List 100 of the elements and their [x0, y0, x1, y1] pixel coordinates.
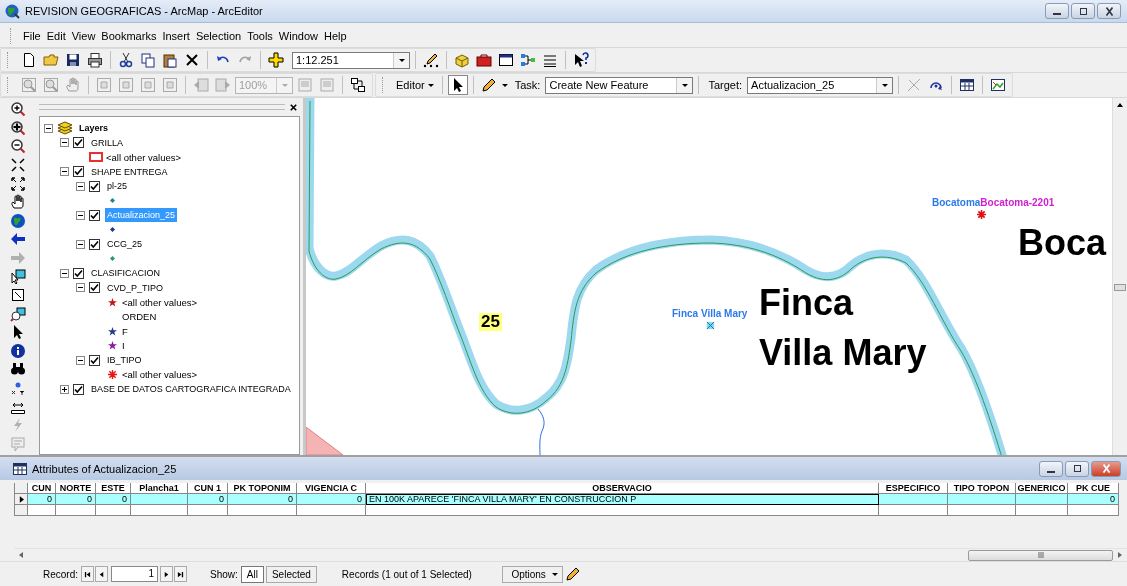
expand-toggle[interactable] — [76, 210, 85, 220]
sketch-properties-icon[interactable] — [990, 77, 1007, 93]
save-icon[interactable] — [65, 52, 81, 68]
arrows-outward-icon[interactable] — [9, 175, 26, 192]
clipboard-icon[interactable] — [162, 52, 178, 68]
expand-toggle[interactable] — [44, 123, 53, 133]
caret-icon[interactable] — [500, 81, 509, 89]
table-cell[interactable] — [297, 505, 366, 516]
lined-text-icon[interactable] — [542, 52, 558, 68]
layer-name[interactable]: pl-25 — [105, 179, 129, 194]
table-icon[interactable] — [959, 77, 976, 93]
layer-name[interactable]: CVD_P_TIPO — [105, 280, 166, 295]
table-cell[interactable] — [1016, 505, 1068, 516]
scissors-icon[interactable] — [118, 52, 134, 68]
table-cell[interactable] — [879, 505, 948, 516]
frames-icon[interactable] — [350, 77, 366, 93]
restore-button[interactable] — [1065, 460, 1089, 477]
minimize-button[interactable] — [1045, 3, 1069, 19]
toolbox-icon[interactable] — [476, 52, 492, 68]
menu-item[interactable]: Selection — [192, 30, 245, 42]
menu-item[interactable]: Window — [275, 30, 321, 42]
menu-item[interactable]: Edit — [43, 30, 69, 42]
zoom-in-icon[interactable] — [9, 101, 26, 118]
checkbox[interactable] — [89, 209, 100, 221]
expand-toggle[interactable] — [76, 283, 85, 293]
expand-toggle[interactable] — [76, 181, 85, 191]
previous-record-button[interactable] — [95, 566, 108, 582]
checkbox[interactable] — [89, 180, 100, 192]
scroll-up-icon[interactable] — [1116, 101, 1124, 109]
close-button[interactable] — [1091, 460, 1121, 477]
zoom-out-icon[interactable] — [9, 138, 26, 155]
layer-name[interactable]: CLASIFICACION — [89, 266, 162, 281]
edit-pencil-icon[interactable] — [423, 52, 439, 68]
expand-toggle[interactable] — [76, 355, 85, 365]
window-icon[interactable] — [498, 52, 514, 68]
layer-name[interactable]: Layers — [77, 121, 111, 136]
checkbox[interactable] — [73, 166, 84, 178]
restore-button[interactable] — [1071, 3, 1095, 19]
layer-name[interactable]: CCG_25 — [105, 237, 144, 252]
row-selector[interactable] — [15, 494, 28, 505]
expand-toggle[interactable] — [76, 239, 85, 249]
scroll-thumb[interactable] — [968, 549, 1113, 561]
options-button[interactable]: Options — [501, 565, 563, 583]
delete-icon[interactable] — [184, 52, 200, 68]
menu-item[interactable]: File — [20, 30, 44, 42]
menu-item[interactable]: Bookmarks — [98, 30, 160, 42]
horizontal-scrollbar[interactable] — [14, 548, 1127, 561]
checkbox[interactable] — [73, 137, 84, 149]
menu-item[interactable]: Insert — [159, 30, 193, 42]
checkbox[interactable] — [89, 238, 100, 250]
folder-icon[interactable] — [43, 52, 59, 68]
layer-name[interactable]: GRILLA — [89, 135, 125, 150]
table-cell[interactable] — [56, 505, 96, 516]
magnifier-icon[interactable] — [9, 305, 26, 322]
last-record-button[interactable] — [174, 566, 187, 582]
flowchart-icon[interactable] — [520, 52, 536, 68]
minimize-button[interactable] — [1039, 460, 1063, 477]
table-cell[interactable] — [366, 505, 879, 516]
menu-item[interactable]: Tools — [244, 30, 276, 42]
close-button[interactable] — [1097, 3, 1121, 19]
vertical-scrollbar[interactable] — [1112, 98, 1127, 455]
zoom-in-icon[interactable] — [9, 119, 26, 136]
clear-selection-icon[interactable] — [9, 287, 26, 304]
scroll-left-icon[interactable] — [17, 551, 25, 559]
scale-combo[interactable]: 1:12.251 — [292, 51, 410, 69]
table-cell[interactable] — [188, 505, 228, 516]
layer-name[interactable]: SHAPE ENTREGA — [89, 164, 170, 179]
first-record-button[interactable] — [81, 566, 94, 582]
help-pointer-icon[interactable] — [573, 52, 589, 68]
expand-toggle[interactable] — [60, 138, 69, 148]
checkbox[interactable] — [73, 383, 84, 395]
layer-name[interactable]: IB_TIPO — [105, 353, 144, 368]
new-document-icon[interactable] — [21, 52, 37, 68]
scroll-thumb[interactable] — [1114, 284, 1126, 291]
checkbox[interactable] — [89, 282, 100, 294]
record-field[interactable]: 1 — [111, 566, 158, 582]
editor-menu-button[interactable]: Editor — [394, 79, 437, 91]
close-icon[interactable] — [289, 102, 298, 112]
menu-item[interactable]: View — [68, 30, 99, 42]
expand-toggle[interactable] — [60, 384, 69, 394]
show-toggle-button[interactable]: Selected — [265, 565, 317, 583]
scroll-right-icon[interactable] — [1116, 551, 1124, 559]
cube-icon[interactable] — [454, 52, 470, 68]
checkbox[interactable] — [89, 354, 100, 366]
next-record-button[interactable] — [160, 566, 173, 582]
table-cell[interactable] — [96, 505, 131, 516]
expand-toggle[interactable] — [60, 268, 69, 278]
table-cell[interactable] — [228, 505, 297, 516]
layer-name[interactable]: BASE DE DATOS CARTOGRAFICA INTEGRADA — [89, 382, 293, 397]
plus-icon[interactable] — [268, 52, 284, 68]
menu-item[interactable]: Help — [321, 30, 350, 42]
select-features-icon[interactable] — [9, 268, 26, 285]
copy-icon[interactable] — [140, 52, 156, 68]
printer-icon[interactable] — [87, 52, 103, 68]
table-cell[interactable] — [948, 505, 1016, 516]
table-cell[interactable] — [28, 505, 56, 516]
arrows-inward-icon[interactable] — [9, 157, 26, 173]
show-toggle-button[interactable]: All — [240, 565, 264, 583]
target-combo[interactable]: Actualizacion_25 — [747, 76, 894, 94]
pencil-icon[interactable] — [480, 77, 497, 93]
